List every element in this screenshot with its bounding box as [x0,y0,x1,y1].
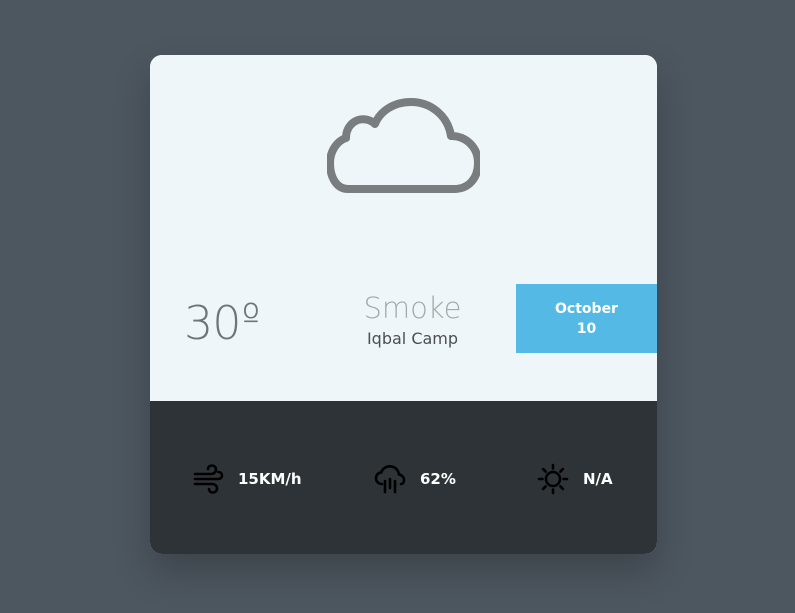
weather-card: 30º Smoke Iqbal Camp October 10 15KM/h 6… [150,55,657,554]
degree-symbol: º [241,296,261,342]
date-month: October [555,301,618,317]
location-name: Iqbal Camp [366,329,459,348]
date-day: 10 [576,321,597,337]
wind-speed: 15KM/h [238,470,302,488]
temperature-value: 30 [184,296,242,350]
temperature: 30º [184,295,261,354]
weather-details: 15KM/h 62% N/A [150,401,657,554]
precipitation-value: 62% [420,470,456,488]
uv-value: N/A [583,470,613,488]
wind-icon [193,464,224,494]
weather-summary: 30º Smoke Iqbal Camp October 10 [150,55,657,401]
precipitation-stat: 62% [374,461,456,497]
rain-cloud-icon [374,465,406,494]
uv-stat: N/A [537,461,613,497]
wind-stat: 15KM/h [192,461,302,497]
sun-icon [537,463,569,495]
cloud-icon [327,98,480,193]
weather-condition: Smoke [363,291,462,325]
date-badge: October 10 [516,284,657,353]
